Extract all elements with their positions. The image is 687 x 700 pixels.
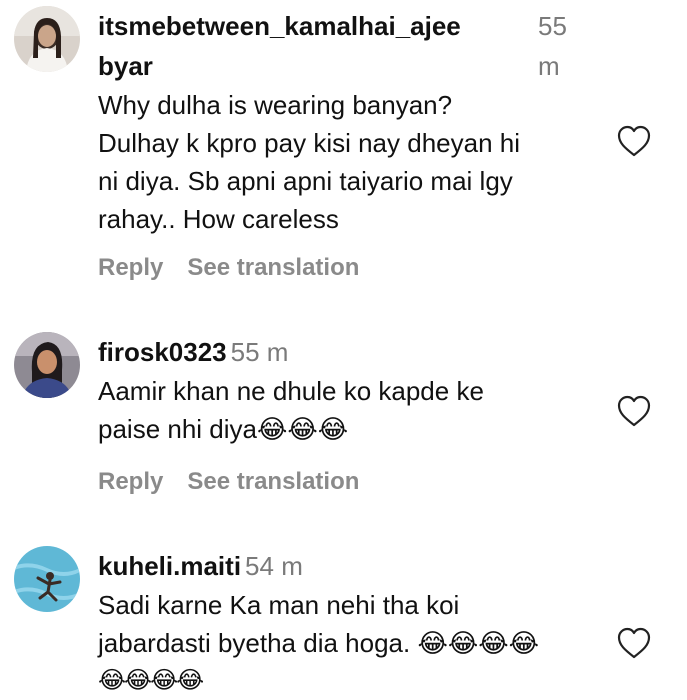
comment-text-line: Dulhay k kpro pay kisi nay dheyan hi	[98, 128, 521, 158]
comment-actions: Reply See translation	[98, 254, 383, 282]
comment-username[interactable]: firosk0323	[98, 337, 227, 367]
username-line2[interactable]: byar	[98, 51, 153, 81]
comment-text-line: rahay.. How careless	[98, 204, 339, 234]
timestamp: 55 m	[538, 6, 567, 86]
username-line1[interactable]: itsmebetween_kamalhai_ajee	[98, 11, 461, 41]
heart-outline-icon	[617, 125, 651, 157]
heart-outline-icon	[617, 627, 651, 659]
like-button[interactable]	[616, 124, 652, 158]
comment-item: itsmebetween_kamalhai_ajee byar 55 m Why…	[0, 0, 687, 300]
comment-text-line: ni diya. Sb apni apni taiyario mai lgy	[98, 166, 513, 196]
user-avatar-icon	[14, 6, 80, 72]
avatar[interactable]	[14, 546, 80, 612]
avatar[interactable]	[14, 332, 80, 398]
comment-text: Aamir khan ne dhule ko kapde ke paise nh…	[98, 372, 608, 448]
comment-text-line: 😂😂😂😂	[98, 667, 204, 694]
user-avatar-icon	[14, 332, 80, 398]
timestamp-line1: 55	[538, 11, 567, 41]
like-button[interactable]	[616, 394, 652, 428]
see-translation-button[interactable]: See translation	[187, 254, 359, 281]
comment-username-cont[interactable]: byar	[98, 46, 598, 86]
comment-header: kuheli.maiti 54 m	[98, 546, 303, 586]
see-translation-button[interactable]: See translation	[187, 468, 359, 495]
comment-text-line: paise nhi diya😂😂😂	[98, 414, 349, 444]
comment-text: Sadi karne Ka man nehi tha koi jabardast…	[98, 586, 608, 700]
comment-text-line: Sadi karne Ka man nehi tha koi	[98, 590, 460, 620]
comment-header: firosk0323 55 m	[98, 332, 288, 372]
timestamp: 55 m	[230, 337, 289, 367]
comment-username[interactable]: kuheli.maiti	[98, 551, 241, 581]
comment-item: firosk0323 55 m Aamir khan ne dhule ko ka…	[0, 300, 687, 530]
avatar[interactable]	[14, 6, 80, 72]
comment-text: Why dulha is wearing banyan? Dulhay k kp…	[98, 86, 608, 238]
comment-text-line: Aamir khan ne dhule ko kapde ke	[98, 376, 484, 406]
reply-button[interactable]: Reply	[98, 254, 163, 281]
heart-outline-icon	[617, 395, 651, 427]
comment-item: kuheli.maiti 54 m Sadi karne Ka man nehi …	[0, 530, 687, 700]
like-button[interactable]	[616, 626, 652, 660]
timestamp-line2: m	[538, 51, 560, 81]
reply-button[interactable]: Reply	[98, 468, 163, 495]
comment-text-line: jabardasti byetha dia hoga. 😂😂😂😂	[98, 628, 539, 658]
comment-text-line: Why dulha is wearing banyan?	[98, 90, 453, 120]
timestamp: 54 m	[245, 551, 303, 581]
comment-username[interactable]: itsmebetween_kamalhai_ajee	[98, 6, 598, 46]
comment-actions: Reply See translation	[98, 468, 383, 496]
user-avatar-icon	[14, 546, 80, 612]
